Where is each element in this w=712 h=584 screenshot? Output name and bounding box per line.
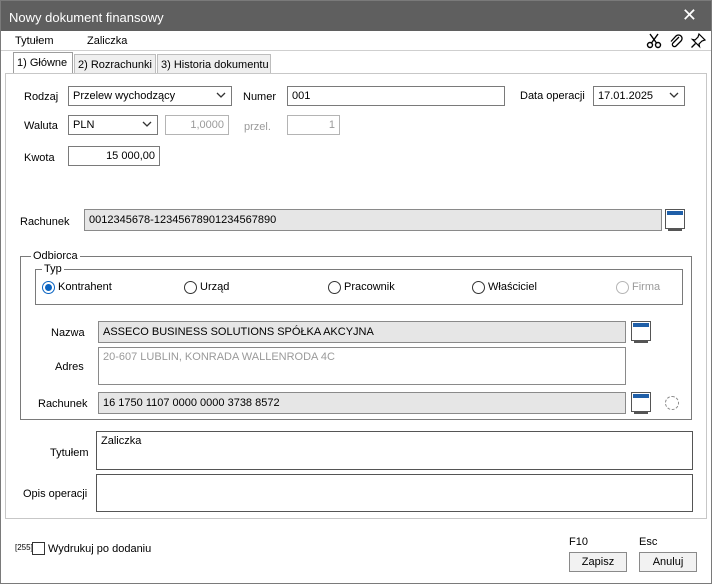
- pin-icon[interactable]: [690, 33, 706, 49]
- rodzaj-value: Przelew wychodzący: [73, 90, 176, 102]
- radio-wlasciciel-label: Właściciel: [488, 281, 537, 293]
- odbiorca-rachunek-label: Rachunek: [38, 398, 88, 410]
- data-operacji-value: 17.01.2025: [598, 90, 654, 102]
- paperclip-icon[interactable]: [668, 33, 684, 49]
- rachunek-input[interactable]: 0012345678-12345678901234567890: [84, 209, 662, 231]
- radio-pracownik-control[interactable]: [328, 281, 341, 294]
- odbiorca-rachunek-lookup-icon[interactable]: [631, 392, 651, 414]
- data-operacji-picker[interactable]: 17.01.2025: [593, 86, 685, 106]
- tab-historia-label: 3) Historia dokumentu: [161, 59, 269, 71]
- dialog-window: Nowy dokument finansowy ✕ Tytułem Zalicz…: [0, 0, 712, 584]
- nazwa-lookup-icon[interactable]: [631, 321, 651, 343]
- title-bar: Nowy dokument finansowy ✕: [1, 1, 711, 31]
- info-tytul-value: Zaliczka: [87, 35, 128, 47]
- radio-firma-label: Firma: [632, 281, 661, 293]
- rachunek-lookup-icon[interactable]: [665, 209, 685, 231]
- nazwa-input[interactable]: ASSECO BUSINESS SOLUTIONS SPÓŁKA AKCYJNA: [98, 321, 626, 343]
- rodzaj-label: Rodzaj: [24, 91, 59, 103]
- przel-input: 1: [287, 115, 340, 135]
- tab-rozrachunki[interactable]: 2) Rozrachunki: [74, 54, 156, 74]
- chevron-down-icon: [669, 92, 679, 98]
- rodzaj-select[interactable]: Przelew wychodzący: [68, 86, 232, 106]
- typ-legend: Typ: [42, 263, 64, 275]
- waluta-select[interactable]: PLN: [68, 115, 158, 135]
- radio-kontrahent-label: Kontrahent: [58, 281, 112, 293]
- przel-label: przel.: [244, 121, 271, 133]
- odbiorca-group: Odbiorca Typ Kontrahent Urząd Pracownik: [20, 250, 692, 420]
- print-checkbox-label: Wydrukuj po dodaniu: [48, 543, 152, 555]
- scissors-icon[interactable]: [646, 33, 662, 49]
- chevron-down-icon: [142, 121, 152, 127]
- save-shortcut: F10: [569, 536, 588, 548]
- footer: [255] Wydrukuj po dodaniu F10 Zapisz Esc…: [1, 523, 711, 583]
- char-counter: [255]: [15, 543, 33, 552]
- radio-urzad-label: Urząd: [200, 281, 230, 293]
- numer-input[interactable]: 001: [287, 86, 505, 106]
- radio-pracownik-label: Pracownik: [344, 281, 395, 293]
- tab-historia[interactable]: 3) Historia dokumentu: [157, 54, 271, 74]
- odbiorca-legend: Odbiorca: [31, 250, 80, 262]
- radio-wlasciciel-control[interactable]: [472, 281, 485, 294]
- data-operacji-label: Data operacji: [520, 90, 585, 102]
- radio-urzad-control[interactable]: [184, 281, 197, 294]
- waluta-label: Waluta: [24, 120, 58, 132]
- kwota-label: Kwota: [24, 152, 55, 164]
- info-bar: Tytułem Zaliczka: [1, 31, 711, 51]
- tytulem-textarea[interactable]: Zaliczka: [96, 431, 693, 470]
- typ-group: Typ Kontrahent Urząd Pracownik Właścicie…: [35, 263, 683, 305]
- main-panel: Rodzaj Przelew wychodzący Numer 001 Data…: [5, 73, 707, 519]
- adres-textarea: 20-607 LUBLIN, KONRADA WALLENRODA 4C: [98, 347, 626, 385]
- kwota-input[interactable]: 15 000,00: [68, 146, 160, 166]
- chevron-down-icon: [216, 92, 226, 98]
- tab-glowne[interactable]: 1) Główne: [13, 52, 73, 74]
- save-button[interactable]: Zapisz: [569, 552, 627, 572]
- numer-label: Numer: [243, 91, 277, 103]
- tab-glowne-label: 1) Główne: [17, 57, 68, 69]
- radio-kontrahent-control[interactable]: [42, 281, 55, 294]
- print-checkbox[interactable]: [32, 542, 45, 555]
- tytulem-label: Tytułem: [50, 447, 89, 459]
- opis-operacji-textarea[interactable]: [96, 474, 693, 512]
- opis-operacji-label: Opis operacji: [23, 488, 88, 500]
- radio-firma-control: [616, 281, 629, 294]
- odbiorca-rachunek-input[interactable]: 16 1750 1107 0000 0000 3738 8572: [98, 392, 626, 414]
- status-indicator-icon: [665, 396, 679, 410]
- kurs-input: 1,0000: [165, 115, 229, 135]
- tab-strip: 1) Główne 2) Rozrachunki 3) Historia dok…: [1, 52, 711, 74]
- close-icon[interactable]: ✕: [682, 5, 697, 26]
- tab-rozrachunki-label: 2) Rozrachunki: [78, 59, 152, 71]
- waluta-value: PLN: [73, 119, 95, 131]
- window-title: Nowy dokument finansowy: [9, 10, 164, 25]
- cancel-shortcut: Esc: [639, 536, 658, 548]
- cancel-button[interactable]: Anuluj: [639, 552, 697, 572]
- nazwa-label: Nazwa: [51, 327, 85, 339]
- adres-label: Adres: [55, 361, 84, 373]
- rachunek-label: Rachunek: [20, 216, 70, 228]
- info-tytul-label: Tytułem: [15, 35, 54, 47]
